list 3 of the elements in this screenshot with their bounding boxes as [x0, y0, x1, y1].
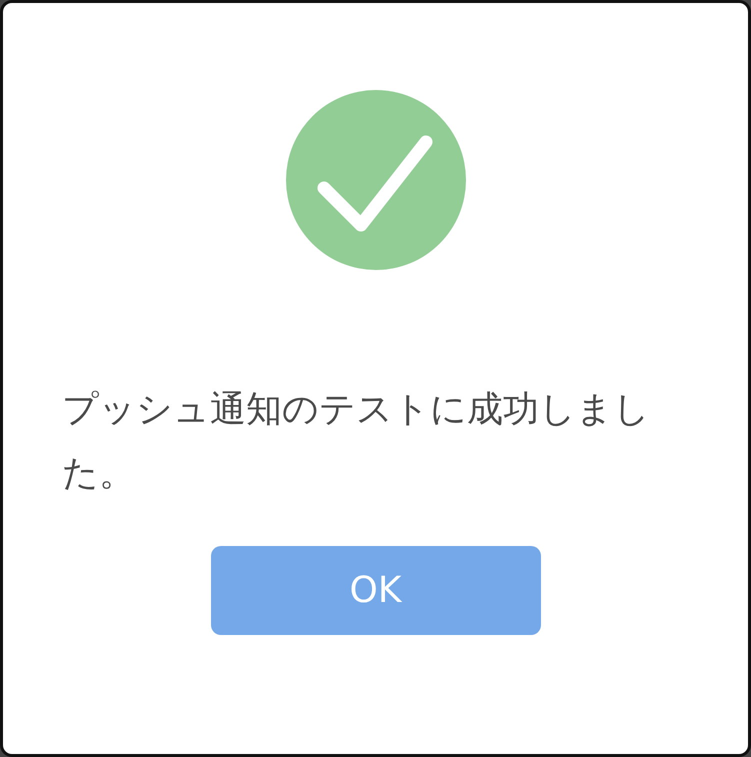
ok-button[interactable]: OK	[210, 546, 540, 635]
message-text: プッシュ通知のテストに成功しました。	[61, 388, 651, 496]
checkmark-icon	[286, 90, 466, 270]
